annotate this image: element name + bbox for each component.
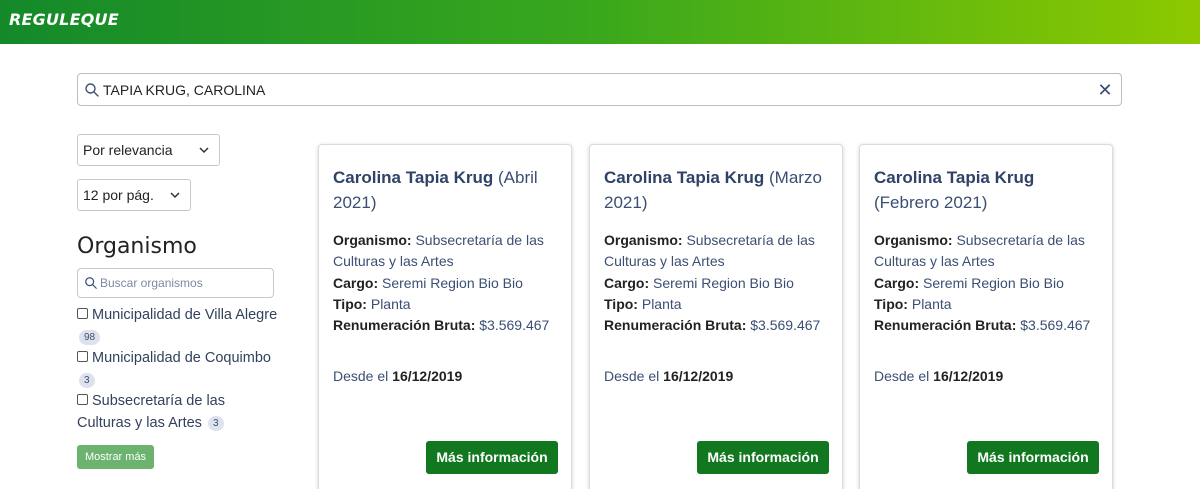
person-name: Carolina Tapia Krug bbox=[604, 168, 765, 187]
card-title: Carolina Tapia Krug (Marzo 2021) bbox=[604, 165, 834, 215]
tipo-value: Planta bbox=[911, 295, 952, 312]
sort-select-value: Por relevancia bbox=[83, 142, 173, 158]
renumeracion-value: $3.569.467 bbox=[750, 317, 821, 334]
result-card: Carolina Tapia Krug (Abril 2021) Organis… bbox=[318, 144, 572, 489]
field-label: Organismo: bbox=[874, 232, 953, 248]
filter-label: Municipalidad de Villa Alegre bbox=[92, 307, 278, 323]
filter-item[interactable]: Municipalidad de Villa Alegre 98 bbox=[77, 305, 282, 348]
search-icon bbox=[85, 277, 97, 289]
field-label: Renumeración Bruta: bbox=[333, 317, 476, 334]
since-date: Desde el 16/12/2019 bbox=[333, 368, 462, 384]
period: (Febrero 2021) bbox=[874, 193, 988, 212]
filter-label: Municipalidad de Coquimbo bbox=[92, 350, 271, 366]
since-label: Desde el bbox=[333, 368, 389, 384]
card-title: Carolina Tapia Krug (Febrero 2021) bbox=[874, 165, 1104, 215]
card-fields: Organismo: Subsecretaría de las Culturas… bbox=[874, 230, 1104, 336]
count-badge: 98 bbox=[79, 329, 101, 345]
filter-item[interactable]: Subsecretaría de las Culturas y las Arte… bbox=[77, 391, 282, 434]
person-name: Carolina Tapia Krug bbox=[874, 168, 1035, 187]
cargo-value: Seremi Region Bio Bio bbox=[382, 274, 523, 291]
more-info-button[interactable]: Más información bbox=[967, 441, 1099, 474]
field-label: Cargo: bbox=[333, 274, 379, 291]
per-page-select-value: 12 por pág. bbox=[83, 187, 154, 203]
field-label: Renumeración Bruta: bbox=[604, 317, 747, 334]
per-page-select[interactable]: 12 por pág. bbox=[77, 179, 191, 211]
cargo-value: Seremi Region Bio Bio bbox=[923, 274, 1064, 291]
tipo-value: Planta bbox=[641, 295, 682, 312]
result-card: Carolina Tapia Krug (Febrero 2021) Organ… bbox=[859, 144, 1113, 489]
top-bar: REGULEQUE bbox=[0, 0, 1200, 44]
card-title: Carolina Tapia Krug (Abril 2021) bbox=[333, 165, 563, 215]
filter-item[interactable]: Municipalidad de Coquimbo 3 bbox=[77, 348, 282, 391]
checkbox[interactable] bbox=[77, 394, 88, 405]
since-label: Desde el bbox=[874, 368, 930, 384]
chevron-down-icon bbox=[199, 147, 209, 154]
person-name: Carolina Tapia Krug bbox=[333, 168, 494, 187]
organismo-heading: Organismo bbox=[77, 234, 197, 259]
organismo-filter-list: Municipalidad de Villa Alegre 98 Municip… bbox=[77, 305, 282, 434]
search-icon bbox=[85, 83, 99, 97]
sort-select[interactable]: Por relevancia bbox=[77, 134, 220, 166]
field-label: Renumeración Bruta: bbox=[874, 317, 1017, 334]
field-label: Organismo: bbox=[604, 232, 683, 248]
field-label: Cargo: bbox=[874, 274, 920, 291]
since-date: Desde el 16/12/2019 bbox=[604, 368, 733, 384]
renumeracion-value: $3.569.467 bbox=[1020, 317, 1091, 334]
since-value: 16/12/2019 bbox=[392, 368, 463, 384]
card-fields: Organismo: Subsecretaría de las Culturas… bbox=[333, 230, 563, 336]
search-input[interactable]: TAPIA KRUG, CAROLINA ✕ bbox=[77, 73, 1122, 106]
organismo-search-input[interactable] bbox=[100, 273, 270, 293]
since-date: Desde el 16/12/2019 bbox=[874, 368, 1003, 384]
card-fields: Organismo: Subsecretaría de las Culturas… bbox=[604, 230, 834, 336]
more-info-button[interactable]: Más información bbox=[697, 441, 829, 474]
since-label: Desde el bbox=[604, 368, 660, 384]
field-label: Tipo: bbox=[333, 295, 367, 312]
more-info-button[interactable]: Más información bbox=[426, 441, 558, 474]
organismo-search-field[interactable] bbox=[77, 268, 274, 298]
show-more-button[interactable]: Mostrar más bbox=[77, 445, 154, 469]
chevron-down-icon bbox=[170, 192, 180, 199]
count-badge: 3 bbox=[79, 372, 95, 388]
logo[interactable]: REGULEQUE bbox=[9, 10, 119, 29]
search-value[interactable]: TAPIA KRUG, CAROLINA bbox=[103, 82, 265, 98]
renumeracion-value: $3.569.467 bbox=[479, 317, 550, 334]
field-label: Cargo: bbox=[604, 274, 650, 291]
since-value: 16/12/2019 bbox=[933, 368, 1004, 384]
clear-icon[interactable]: ✕ bbox=[1095, 80, 1115, 100]
count-badge: 3 bbox=[207, 415, 224, 431]
since-value: 16/12/2019 bbox=[663, 368, 734, 384]
field-label: Tipo: bbox=[604, 295, 638, 312]
cargo-value: Seremi Region Bio Bio bbox=[653, 274, 794, 291]
field-label: Tipo: bbox=[874, 295, 908, 312]
tipo-value: Planta bbox=[370, 295, 411, 312]
filter-label: Subsecretaría de las Culturas y las Arte… bbox=[77, 393, 225, 431]
checkbox[interactable] bbox=[77, 308, 88, 319]
result-card: Carolina Tapia Krug (Marzo 2021) Organis… bbox=[589, 144, 843, 489]
field-label: Organismo: bbox=[333, 232, 412, 248]
checkbox[interactable] bbox=[77, 351, 88, 362]
